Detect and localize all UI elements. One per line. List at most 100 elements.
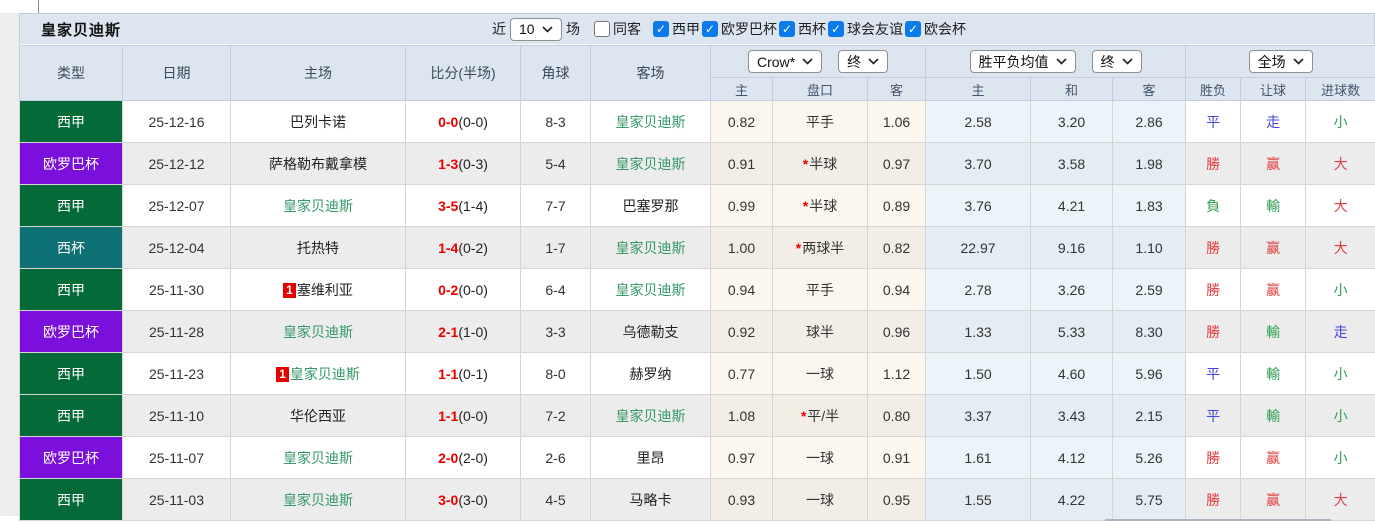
away-team: 里昂	[590, 436, 711, 479]
bookmaker-select-group: Crow* 终	[709, 45, 927, 78]
result-wdl: 勝	[1185, 142, 1242, 185]
filter-checkbox-西杯[interactable]: ✓ 西杯	[779, 19, 826, 39]
odds-home: 0.77	[710, 352, 773, 395]
checkbox-checked-icon[interactable]: ✓	[702, 21, 718, 37]
below-table-divider	[1105, 519, 1331, 521]
average-time-select[interactable]: 终	[1091, 50, 1142, 73]
handicap-line-text: 球半	[806, 323, 834, 340]
result-handicap-text: 赢	[1266, 449, 1281, 466]
home-team-name: 华伦西亚	[290, 407, 346, 424]
average-time-value: 终	[1100, 53, 1115, 70]
odds-home: 1.08	[710, 394, 773, 437]
away-team: 皇家贝迪斯	[590, 394, 711, 437]
checkbox-checked-icon[interactable]: ✓	[905, 21, 921, 37]
handicap-line-text: 一球	[806, 449, 834, 466]
top-tick-line	[38, 0, 39, 13]
result-wdl-text: 負	[1206, 197, 1221, 214]
home-team-name: 巴列卡诺	[290, 113, 346, 130]
avg-home: 1.33	[925, 310, 1032, 353]
away-team-name: 皇家贝迪斯	[615, 239, 686, 256]
odds-home: 0.99	[710, 184, 773, 227]
rank-badge: 1	[283, 282, 296, 298]
recent-count-select[interactable]: 10	[510, 17, 562, 41]
handicap-line: 球半	[772, 310, 868, 353]
result-goals: 小	[1305, 394, 1375, 437]
home-team-name: 皇家贝迪斯	[283, 491, 353, 508]
subcol-odds-home: 主	[710, 77, 773, 101]
bookmaker-select[interactable]: Crow*	[747, 50, 823, 73]
filter-checkbox-欧会杯[interactable]: ✓ 欧会杯	[905, 19, 966, 39]
table-header: 类型 日期 主场 比分(半场) 角球 客场 Crow* 终 胜平负均值 终 全场…	[19, 45, 1375, 101]
avg-away: 5.26	[1112, 436, 1187, 479]
avg-home: 1.55	[925, 478, 1032, 521]
away-team-name: 里昂	[636, 449, 665, 466]
avg-away: 5.96	[1112, 352, 1187, 395]
table-row: 西甲 25-12-07 皇家贝迪斯 3-5(1-4) 7-7 巴塞罗那 0.99 *半球 0.8…	[19, 184, 1375, 227]
filter-checkbox-西甲[interactable]: ✓ 西甲	[653, 19, 700, 39]
handicap-line: *半球	[772, 184, 868, 227]
average-odds-select[interactable]: 胜平负均值	[969, 50, 1076, 73]
fulltime-score: 0-2	[438, 281, 459, 298]
col-header-type: 类型	[19, 45, 123, 101]
avg-draw: 4.22	[1030, 478, 1114, 521]
score: 2-1(1-0)	[405, 310, 521, 353]
result-goals: 走	[1305, 310, 1375, 353]
filter-checkbox-球会友谊[interactable]: ✓ 球会友谊	[828, 19, 903, 39]
avg-draw: 3.26	[1030, 268, 1114, 311]
home-team: 托热特	[230, 226, 406, 269]
subcol-avg-away: 客	[1112, 77, 1187, 101]
bookmaker-time-select[interactable]: 终	[838, 50, 889, 73]
home-team: 萨格勒布戴拿模	[230, 142, 406, 185]
type-cell: 西甲	[19, 394, 123, 437]
checkbox-label: 欧罗巴杯	[721, 21, 777, 37]
checkbox-unchecked-icon[interactable]	[594, 21, 610, 37]
score: 1-1(0-0)	[405, 394, 521, 437]
away-team-name: 皇家贝迪斯	[615, 281, 686, 298]
avg-draw: 4.60	[1030, 352, 1114, 395]
match-date: 25-12-16	[122, 100, 231, 143]
handicap-line: 一球	[772, 352, 868, 395]
odds-away: 0.80	[866, 394, 927, 437]
home-team: 1 塞维利亚	[230, 268, 406, 311]
odds-home: 0.82	[710, 100, 773, 143]
type-cell: 西甲	[19, 184, 123, 227]
home-team: 巴列卡诺	[230, 100, 406, 143]
away-team-name: 皇家贝迪斯	[615, 407, 686, 424]
type-cell: 西甲	[19, 352, 123, 395]
corners: 8-3	[520, 100, 591, 143]
result-wdl: 平	[1185, 394, 1242, 437]
halftime-score: (0-0)	[458, 281, 488, 298]
score: 3-5(1-4)	[405, 184, 521, 227]
checkbox-label: 西杯	[798, 21, 826, 37]
result-wdl: 負	[1185, 184, 1242, 227]
table-body: 西甲 25-12-16 巴列卡诺 0-0(0-0) 8-3 皇家贝迪斯 0.82 平手 1.06…	[19, 100, 1375, 521]
avg-draw: 4.21	[1030, 184, 1114, 227]
bookmaker-time-value: 终	[847, 53, 862, 70]
scope-select-group: 全场	[1185, 45, 1375, 78]
fulltime-score: 2-0	[438, 449, 459, 466]
result-handicap: 赢	[1240, 478, 1307, 521]
table-row: 欧罗巴杯 25-12-12 萨格勒布戴拿模 1-3(0-3) 5-4 皇家贝迪斯 0.91 *…	[19, 142, 1375, 185]
corners: 8-0	[520, 352, 591, 395]
halftime-score: (3-0)	[458, 491, 488, 508]
checkbox-checked-icon[interactable]: ✓	[653, 21, 669, 37]
checkbox-checked-icon[interactable]: ✓	[779, 21, 795, 37]
filter-checkbox-同客[interactable]: 同客	[594, 19, 641, 39]
home-team-name: 托热特	[297, 239, 339, 256]
checkbox-checked-icon[interactable]: ✓	[828, 21, 844, 37]
filter-checkbox-欧罗巴杯[interactable]: ✓ 欧罗巴杯	[702, 19, 777, 39]
result-handicap: 輸	[1240, 394, 1307, 437]
handicap-star: *	[800, 407, 807, 424]
handicap-line-text: 一球	[806, 491, 834, 508]
away-team: 皇家贝迪斯	[590, 100, 711, 143]
result-handicap-text: 赢	[1266, 281, 1281, 298]
avg-home: 22.97	[925, 226, 1032, 269]
fulltime-score: 2-1	[438, 323, 459, 340]
match-date: 25-11-28	[122, 310, 231, 353]
result-goals-text: 小	[1333, 113, 1348, 130]
home-team-name: 皇家贝迪斯	[283, 323, 353, 340]
avg-away: 1.83	[1112, 184, 1187, 227]
result-handicap-text: 輸	[1266, 323, 1281, 340]
handicap-line-text: 一球	[806, 365, 834, 382]
scope-select[interactable]: 全场	[1248, 50, 1313, 73]
